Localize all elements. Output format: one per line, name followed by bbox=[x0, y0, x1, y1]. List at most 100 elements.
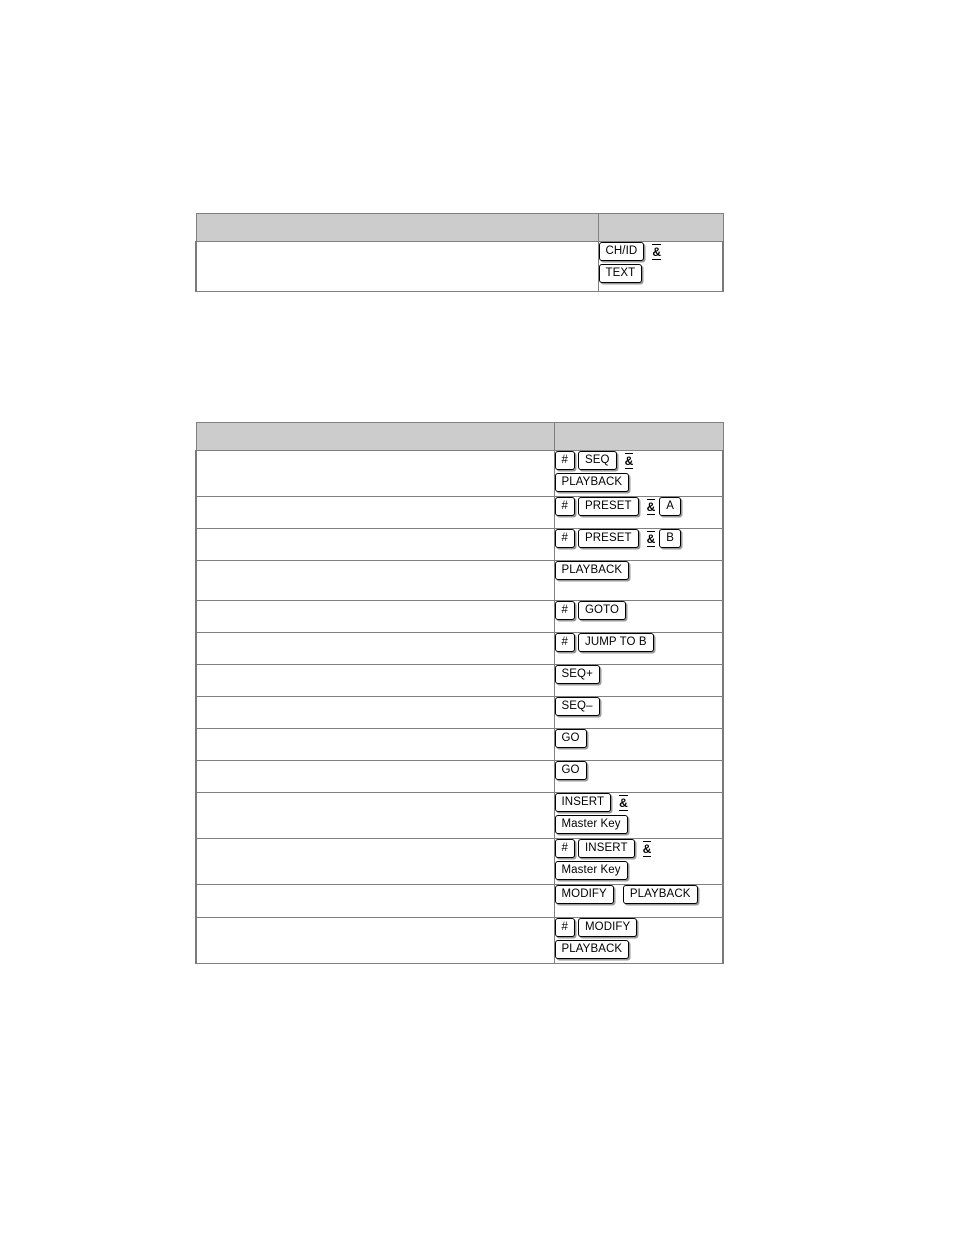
description-cell bbox=[195, 528, 555, 561]
keycap-playback[interactable]: PLAYBACK bbox=[554, 561, 630, 580]
keycap-master-key[interactable]: Master Key bbox=[554, 815, 628, 834]
keycap-go[interactable]: GO bbox=[554, 761, 587, 780]
keycap-[interactable]: # bbox=[554, 529, 575, 548]
keycap-playback[interactable]: PLAYBACK bbox=[554, 940, 630, 959]
keycap-insert[interactable]: INSERT bbox=[578, 839, 635, 858]
ampersand-conjunction: & bbox=[646, 498, 656, 515]
key-sequence-cell: # JUMP TO B bbox=[553, 632, 724, 665]
header-cell-description-column bbox=[195, 422, 555, 451]
keycap-text[interactable]: TEXT bbox=[598, 264, 643, 283]
keycap-seq[interactable]: SEQ+ bbox=[554, 665, 600, 684]
keycap-playback[interactable]: PLAYBACK bbox=[622, 885, 698, 904]
description-cell bbox=[195, 884, 555, 918]
description-cell bbox=[195, 664, 555, 697]
keycap-[interactable]: # bbox=[554, 497, 575, 516]
key-sequence-cell: GO bbox=[553, 760, 724, 793]
key-sequence-cell: # GOTO bbox=[553, 600, 724, 633]
key-sequence-line: Master Key bbox=[554, 861, 723, 880]
keycap-modify[interactable]: MODIFY bbox=[554, 885, 614, 904]
key-sequence-line: TEXT bbox=[598, 264, 723, 283]
table-row: # PRESET & B bbox=[195, 528, 724, 561]
header-cell-description-column bbox=[195, 213, 599, 242]
key-sequence-line: # PRESET & A bbox=[554, 497, 723, 516]
key-sequence-cell: # PRESET & B bbox=[553, 528, 724, 561]
key-sequence-line: MODIFY PLAYBACK bbox=[554, 885, 723, 904]
keycap-master-key[interactable]: Master Key bbox=[554, 861, 628, 880]
table-header-row bbox=[195, 422, 724, 451]
key-sequence-line: # INSERT & bbox=[554, 839, 723, 858]
table-header-row bbox=[195, 213, 724, 242]
key-sequence-line: PLAYBACK bbox=[554, 940, 723, 959]
keycap-preset[interactable]: PRESET bbox=[578, 529, 639, 548]
key-sequence-line: INSERT & bbox=[554, 793, 723, 812]
description-cell bbox=[195, 496, 555, 529]
key-sequence-cell: MODIFY PLAYBACK bbox=[553, 884, 724, 918]
keycap-playback[interactable]: PLAYBACK bbox=[554, 473, 630, 492]
key-sequence-cell: SEQ– bbox=[553, 696, 724, 729]
description-cell bbox=[195, 241, 599, 292]
description-cell bbox=[195, 632, 555, 665]
table-row: GO bbox=[195, 760, 724, 793]
key-sequence-line: # PRESET & B bbox=[554, 529, 723, 548]
table-row: # SEQ & PLAYBACK bbox=[195, 450, 724, 497]
key-sequence-line: SEQ+ bbox=[554, 665, 723, 684]
ampersand-conjunction: & bbox=[652, 243, 661, 260]
table-row: SEQ– bbox=[195, 696, 724, 729]
key-sequence-cell: SEQ+ bbox=[553, 664, 724, 697]
header-cell-keys-column bbox=[553, 422, 724, 451]
table-row: SEQ+ bbox=[195, 664, 724, 697]
key-sequence-line: PLAYBACK bbox=[554, 561, 723, 580]
key-sequence-cell: PLAYBACK bbox=[553, 560, 724, 601]
table-row: # MODIFY PLAYBACK bbox=[195, 917, 724, 964]
keycap-jump-to-b[interactable]: JUMP TO B bbox=[578, 633, 654, 652]
key-sequence-cell: # INSERT & Master Key bbox=[553, 838, 724, 885]
document-page: CH/ID & TEXT # SEQ & PLAYBACK # PRESET & A # PRESET &… bbox=[0, 0, 954, 1235]
keycap-seq[interactable]: SEQ– bbox=[554, 697, 600, 716]
key-sequence-line: # MODIFY bbox=[554, 918, 723, 937]
table-row: # JUMP TO B bbox=[195, 632, 724, 665]
keycap-a[interactable]: A bbox=[659, 497, 682, 516]
ampersand-conjunction: & bbox=[642, 840, 652, 857]
description-cell bbox=[195, 760, 555, 793]
key-sequence-line: GO bbox=[554, 729, 723, 748]
ampersand-conjunction: & bbox=[619, 794, 628, 811]
sequence-playback-table: # SEQ & PLAYBACK # PRESET & A # PRESET & B PLAYBACK #… bbox=[195, 422, 724, 964]
key-sequence-line: PLAYBACK bbox=[554, 473, 723, 492]
table-row: PLAYBACK bbox=[195, 560, 724, 601]
table-row: # GOTO bbox=[195, 600, 724, 633]
key-sequence-line: CH/ID & bbox=[598, 242, 723, 261]
keycap-[interactable]: # bbox=[554, 918, 575, 937]
description-cell bbox=[195, 560, 555, 601]
keycap-seq[interactable]: SEQ bbox=[578, 451, 617, 470]
description-cell bbox=[195, 838, 555, 885]
keycap-b[interactable]: B bbox=[659, 529, 682, 548]
keycap-modify[interactable]: MODIFY bbox=[578, 918, 638, 937]
table-row: MODIFY PLAYBACK bbox=[195, 884, 724, 918]
key-sequence-cell: GO bbox=[553, 728, 724, 761]
key-sequence-cell: # MODIFY PLAYBACK bbox=[553, 917, 724, 964]
keycap-insert[interactable]: INSERT bbox=[554, 793, 612, 812]
keycap-goto[interactable]: GOTO bbox=[578, 601, 627, 620]
ampersand-conjunction: & bbox=[646, 530, 656, 547]
key-sequence-line: # GOTO bbox=[554, 601, 723, 620]
keycap-ch-id[interactable]: CH/ID bbox=[598, 242, 645, 261]
key-sequence-line: GO bbox=[554, 761, 723, 780]
keycap-[interactable]: # bbox=[554, 633, 575, 652]
keycap-[interactable]: # bbox=[554, 839, 575, 858]
key-sequence-line: SEQ– bbox=[554, 697, 723, 716]
keycap-[interactable]: # bbox=[554, 451, 575, 470]
key-sequence-cell: CH/ID & TEXT bbox=[597, 241, 724, 292]
ampersand-conjunction: & bbox=[624, 452, 634, 469]
keycap-go[interactable]: GO bbox=[554, 729, 587, 748]
key-sequence-line: # SEQ & bbox=[554, 451, 723, 470]
header-cell-keys-column bbox=[597, 213, 724, 242]
table-row: INSERT & Master Key bbox=[195, 792, 724, 839]
description-cell bbox=[195, 450, 555, 497]
description-cell bbox=[195, 792, 555, 839]
key-sequence-cell: # SEQ & PLAYBACK bbox=[553, 450, 724, 497]
key-sequence-cell: INSERT & Master Key bbox=[553, 792, 724, 839]
table-row: # PRESET & A bbox=[195, 496, 724, 529]
keycap-[interactable]: # bbox=[554, 601, 575, 620]
description-cell bbox=[195, 600, 555, 633]
keycap-preset[interactable]: PRESET bbox=[578, 497, 639, 516]
